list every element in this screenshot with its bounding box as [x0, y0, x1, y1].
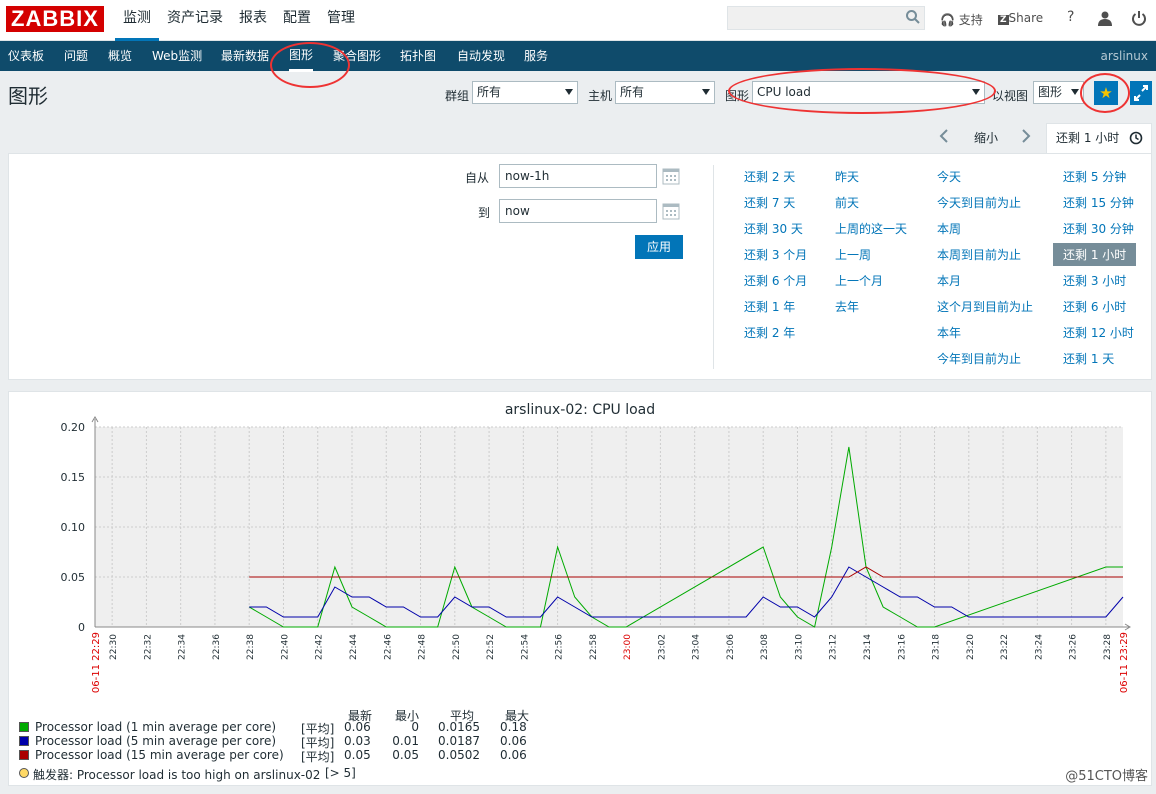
x-tick-label: 22:56: [555, 634, 565, 660]
legend-swatch: [19, 736, 29, 746]
legend-avg: 0.0165: [438, 720, 480, 734]
x-tick-label: 22:38: [246, 634, 256, 660]
legend-last: 0.06: [344, 720, 371, 734]
legend-min: 0.05: [392, 748, 419, 762]
x-tick-label: 23:20: [966, 634, 976, 660]
legend-min: 0.01: [392, 734, 419, 748]
cpu-load-chart: arslinux-02: CPU load 0 0.05 0.10 0.15 0.20 2…: [61, 402, 1131, 693]
x-tick-label: 23:02: [657, 634, 667, 660]
legend-max: 0.06: [500, 748, 527, 762]
trigger-condition: [> 5]: [325, 766, 356, 780]
legend-series-name: Processor load (5 min average per core): [35, 734, 277, 748]
x-tick-label: 22:52: [486, 634, 496, 660]
x-tick-label: 23:08: [760, 634, 770, 660]
x-tick-label: 23:26: [1069, 634, 1079, 660]
x-tick-label: 23:28: [1103, 634, 1113, 660]
legend-avg: 0.0187: [438, 734, 480, 748]
x-tick-label: 22:30: [109, 634, 119, 660]
legend-series-name: Processor load (15 min average per core): [35, 748, 284, 762]
x-tick-label: 22:48: [418, 634, 428, 660]
x-tick-label: 23:06: [726, 634, 736, 660]
legend-max: 0.18: [500, 720, 527, 734]
x-tick-label: 22:32: [143, 634, 153, 660]
x-tick-label: 22:40: [280, 634, 290, 660]
legend-last: 0.05: [344, 748, 371, 762]
x-tick-label: 22:36: [212, 634, 222, 660]
legend-avg: 0.0502: [438, 748, 480, 762]
y-tick-label: 0.05: [61, 571, 86, 584]
x-tick-label: 22:34: [178, 634, 188, 660]
x-tick-label: 23:16: [897, 634, 907, 660]
trigger-indicator-icon: [19, 768, 29, 778]
y-tick-label: 0.10: [61, 521, 86, 534]
chart-title: arslinux-02: CPU load: [505, 402, 655, 418]
x-tick-label: 22:50: [452, 634, 462, 660]
y-tick-label: 0: [78, 621, 85, 634]
legend-swatch: [19, 722, 29, 732]
x-tick-label: 22:46: [383, 634, 393, 660]
y-tick-label: 0.20: [61, 421, 86, 434]
x-range-label: 06-11 22:29: [91, 632, 102, 693]
x-tick-label: 22:54: [520, 634, 530, 660]
x-tick-label: 23:00: [623, 634, 633, 660]
x-tick-label: 23:14: [863, 634, 873, 660]
y-tick-label: 0.15: [61, 471, 86, 484]
x-tick-label: 23:04: [692, 634, 702, 660]
legend-last: 0.03: [344, 734, 371, 748]
legend-func: [平均]: [301, 750, 335, 764]
x-tick-label: 22:58: [589, 634, 599, 660]
legend-series-name: Processor load (1 min average per core): [35, 720, 277, 734]
x-tick-label: 23:24: [1034, 634, 1044, 660]
x-tick-label: 23:10: [794, 634, 804, 660]
x-tick-label: 23:12: [829, 634, 839, 660]
watermark: @51CTO博客: [1065, 769, 1148, 784]
trigger-label: 触发器: Processor load is too high on arsli…: [33, 768, 321, 782]
legend-min: 0: [411, 720, 419, 734]
legend-swatch: [19, 750, 29, 760]
legend-max: 0.06: [500, 734, 527, 748]
x-range-label: 06-11 23:29: [1119, 632, 1130, 693]
x-tick-label: 23:22: [1000, 634, 1010, 660]
x-tick-label: 22:42: [315, 634, 325, 660]
x-tick-label: 23:18: [932, 634, 942, 660]
x-tick-label: 22:44: [349, 634, 359, 660]
